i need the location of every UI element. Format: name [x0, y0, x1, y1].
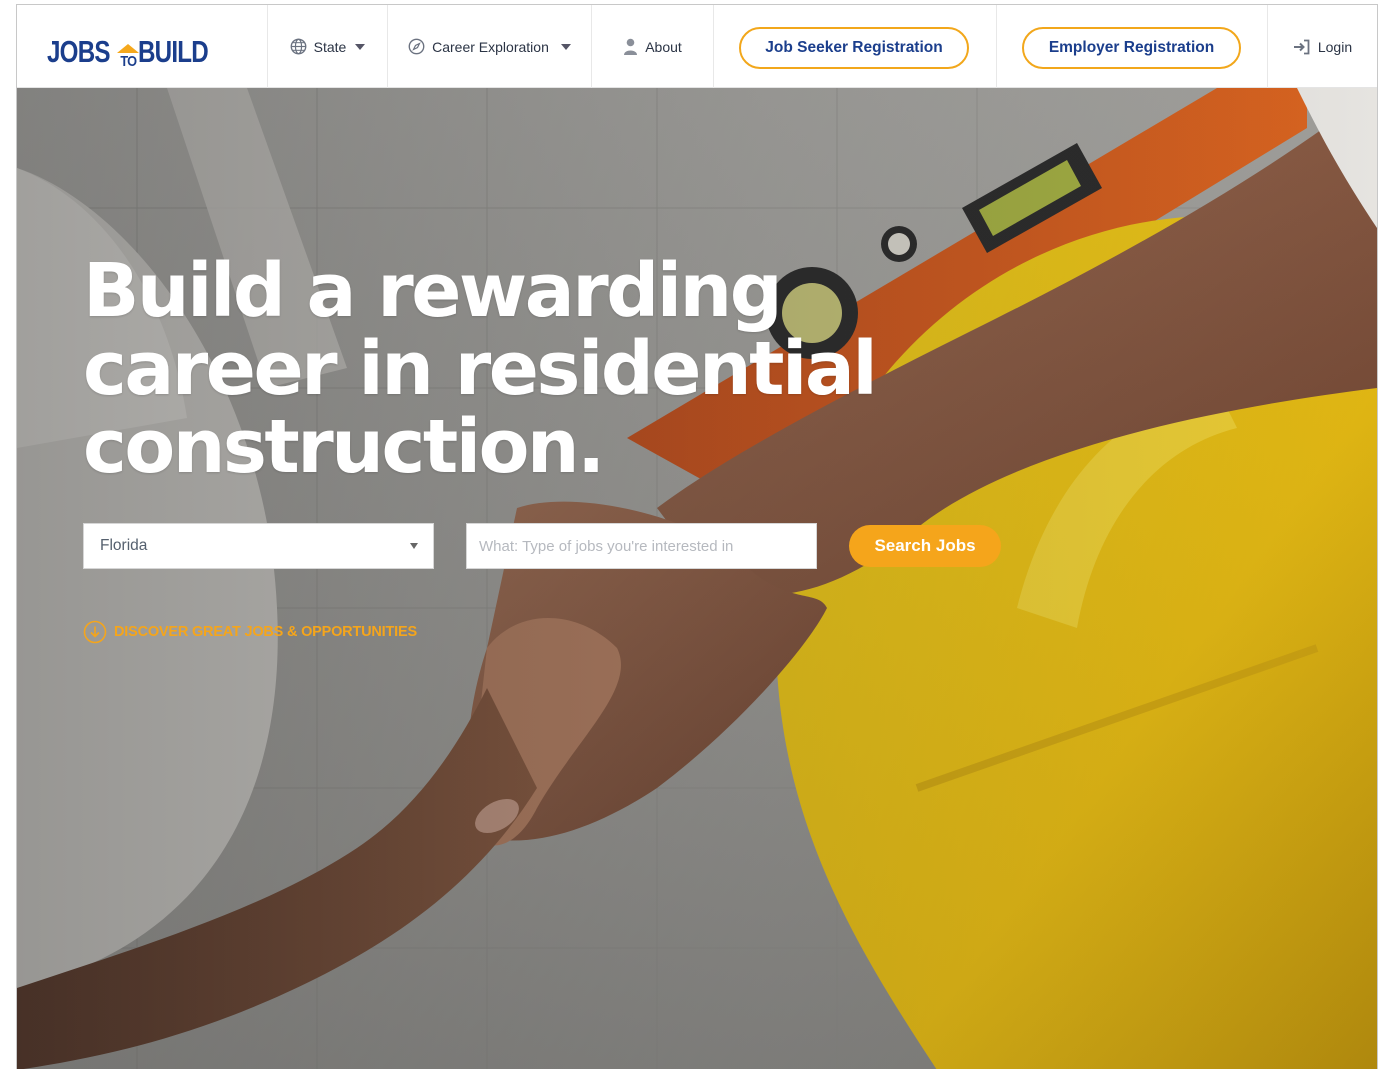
- login-link[interactable]: Login: [1267, 5, 1377, 88]
- browser-page: JOBS TO BUILD State Career Exploration A…: [16, 4, 1378, 1069]
- employer-registration-button[interactable]: Employer Registration: [1022, 27, 1241, 69]
- hero-headline: Build a rewarding career in residential …: [83, 252, 883, 486]
- discover-jobs-link[interactable]: DISCOVER GREAT JOBS & OPPORTUNITIES: [83, 620, 417, 644]
- arrow-down-circle-icon: [83, 620, 107, 644]
- job-seeker-registration-button[interactable]: Job Seeker Registration: [739, 27, 969, 69]
- chevron-down-icon: [355, 43, 366, 50]
- logo-to: TO: [120, 53, 138, 70]
- site-header: JOBS TO BUILD State Career Exploration A…: [17, 5, 1377, 88]
- dropdown-triangle-icon: [410, 543, 418, 549]
- logo-jobs: JOBS: [47, 34, 111, 69]
- logo-build: BUILD: [138, 34, 209, 69]
- nav-state[interactable]: State: [267, 5, 387, 88]
- nav-career-exploration-label: Career Exploration: [432, 38, 549, 55]
- hero-overlay: [17, 88, 1377, 1069]
- logo-to-house: TO: [117, 44, 140, 70]
- job-type-search-input[interactable]: [466, 523, 817, 569]
- site-logo[interactable]: JOBS TO BUILD: [47, 29, 228, 70]
- state-select-value: Florida: [100, 537, 148, 554]
- login-label: Login: [1317, 38, 1353, 55]
- chevron-down-icon: [560, 43, 571, 50]
- headline-line-3: construction.: [83, 404, 605, 490]
- nav-state-label: State: [313, 38, 347, 55]
- nav-about-label: About: [645, 38, 682, 55]
- person-icon: [624, 38, 638, 55]
- search-jobs-button[interactable]: Search Jobs: [849, 525, 1001, 567]
- nav-about[interactable]: About: [591, 5, 713, 88]
- nav-career-exploration[interactable]: Career Exploration: [387, 5, 591, 88]
- hero-section: Build a rewarding career in residential …: [17, 88, 1377, 1069]
- compass-icon: [408, 38, 425, 55]
- headline-line-2: career in residential: [83, 326, 878, 412]
- login-arrow-icon: [1293, 39, 1310, 54]
- state-select[interactable]: Florida: [83, 523, 434, 569]
- house-roof-icon: [117, 44, 140, 53]
- globe-icon: [290, 38, 307, 55]
- discover-jobs-label: DISCOVER GREAT JOBS & OPPORTUNITIES: [114, 624, 417, 640]
- headline-line-1: Build a rewarding: [83, 248, 783, 334]
